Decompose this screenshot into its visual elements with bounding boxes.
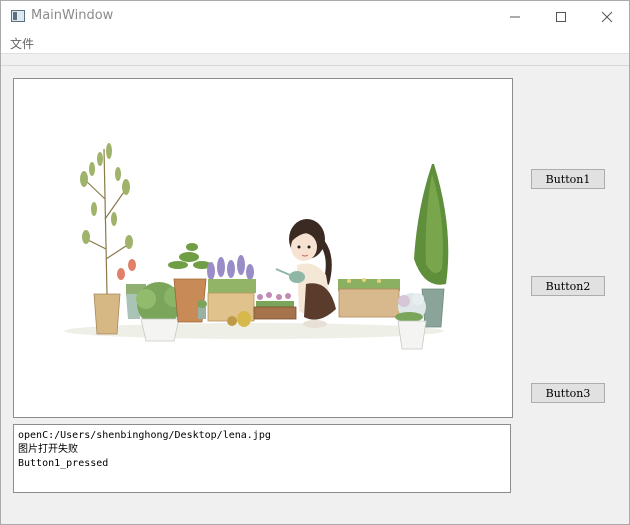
menu-bar: 文件 [1,32,629,53]
watercolor-garden-illustration [64,143,449,350]
main-window: MainWindow 文件 openC:/Users/shenbinghong/… [0,0,630,525]
window-title: MainWindow [31,8,114,23]
close-button[interactable] [583,1,629,32]
menu-file[interactable]: 文件 [10,35,34,52]
minimize-icon [510,16,520,18]
button2[interactable]: Button2 [531,276,605,296]
image-display [13,78,513,418]
button3[interactable]: Button3 [531,383,605,403]
button1[interactable]: Button1 [531,169,605,189]
close-icon [601,11,613,23]
log-line: Button1_pressed [18,458,109,469]
log-line: openC:/Users/shenbinghong/Desktop/lena.j… [18,430,271,441]
maximize-button[interactable] [537,1,583,32]
log-output[interactable]: openC:/Users/shenbinghong/Desktop/lena.j… [13,424,511,493]
maximize-icon [556,12,566,22]
app-window-icon [11,10,25,22]
log-line: 图片打开失败 [18,444,78,455]
toolbar-area [1,54,629,66]
minimize-button[interactable] [491,1,537,32]
title-bar[interactable]: MainWindow [1,1,629,32]
